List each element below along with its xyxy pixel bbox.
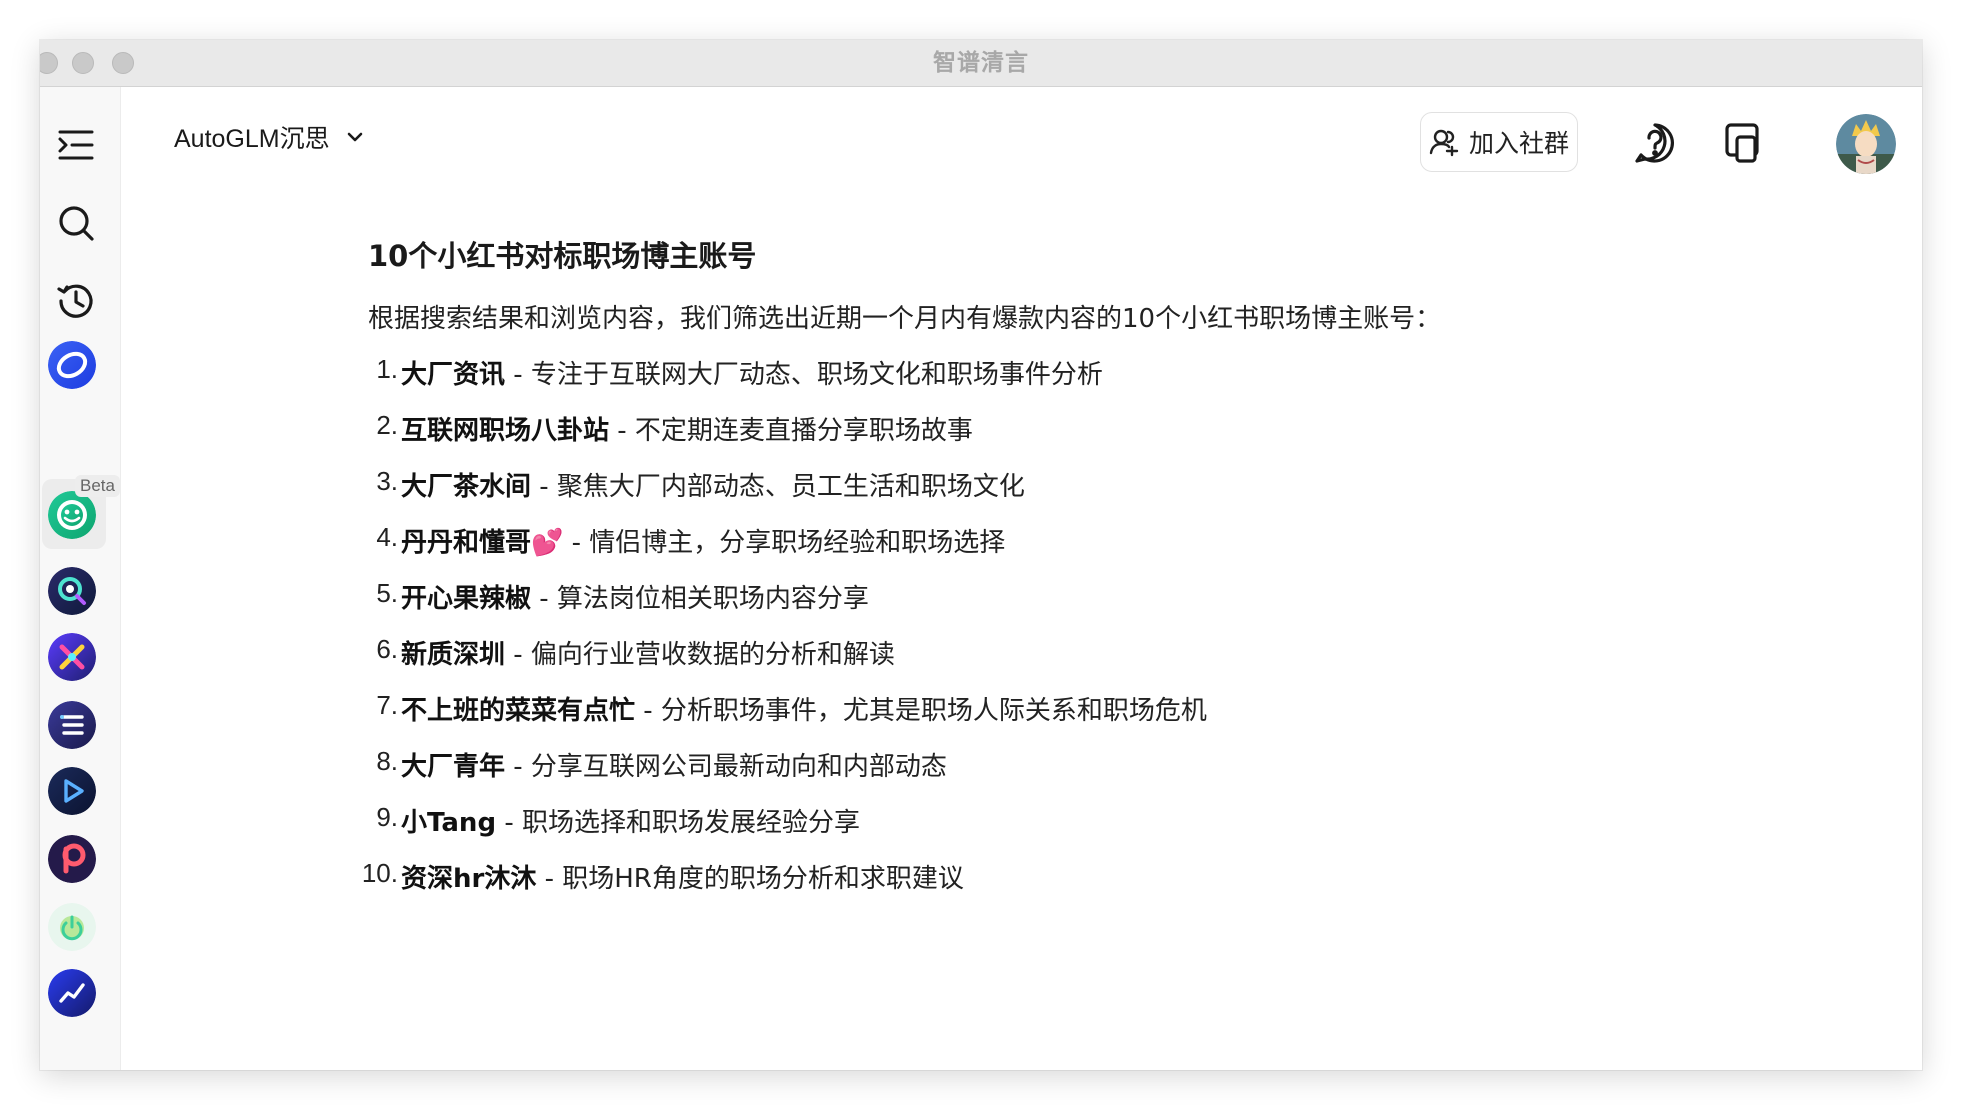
account-description: - 专注于互联网大厂动态、职场文化和职场事件分析 bbox=[505, 360, 1103, 390]
list-number: 4. bbox=[376, 522, 398, 552]
account-name: 大厂青年 bbox=[401, 752, 506, 782]
list-number: 8. bbox=[376, 746, 398, 776]
account-description: - 不定期连麦直播分享职场故事 bbox=[609, 416, 973, 446]
account-name: 大厂茶水间 bbox=[401, 472, 532, 502]
account-description: - 分析职场事件，尤其是职场人际关系和职场危机 bbox=[635, 696, 1207, 726]
account-description: - 职场选择和职场发展经验分享 bbox=[496, 808, 860, 838]
account-name: 小Tang bbox=[401, 808, 497, 838]
account-name: 互联网职场八卦站 bbox=[401, 416, 610, 446]
list-number: 6. bbox=[376, 634, 398, 664]
account-description: - 偏向行业营收数据的分析和解读 bbox=[505, 640, 895, 670]
account-description: - 聚焦大厂内部动态、员工生活和职场文化 bbox=[531, 472, 1025, 502]
list-number: 9. bbox=[376, 802, 398, 832]
account-description: - 算法岗位相关职场内容分享 bbox=[531, 584, 869, 614]
list-number: 1. bbox=[376, 354, 398, 384]
list-number: 7. bbox=[376, 690, 398, 720]
list-number: 10. bbox=[361, 858, 398, 888]
list-number: 5. bbox=[376, 578, 398, 608]
account-description: - 情侣博主，分享职场经验和职场选择 bbox=[563, 528, 1006, 558]
account-name: 开心果辣椒 bbox=[401, 584, 532, 614]
account-description: - 职场HR角度的职场分析和求职建议 bbox=[536, 864, 964, 894]
chat-content: 10个小红书对标职场博主账号 根据搜索结果和浏览内容，我们筛选出近期一个月内有爆… bbox=[40, 40, 1922, 1070]
answer-intro: 根据搜索结果和浏览内容，我们筛选出近期一个月内有爆款内容的10个小红书职场博主账… bbox=[368, 304, 1442, 334]
account-name: 不上班的菜菜有点忙 bbox=[401, 696, 636, 726]
app-window: 智谱清言 Beta AutoGLM沉思 加入社群 10个小红书对标职场博主账号 … bbox=[40, 40, 1922, 1070]
list-number: 2. bbox=[376, 410, 398, 440]
answer-heading: 10个小红书对标职场博主账号 bbox=[368, 239, 757, 273]
account-name: 丹丹和懂哥💕 bbox=[401, 528, 564, 558]
list-number: 3. bbox=[376, 466, 398, 496]
account-name: 新质深圳 bbox=[401, 640, 506, 670]
account-name: 大厂资讯 bbox=[401, 360, 506, 390]
account-description: - 分享互联网公司最新动向和内部动态 bbox=[505, 752, 947, 782]
account-name: 资深hr沐沐 bbox=[401, 864, 537, 894]
